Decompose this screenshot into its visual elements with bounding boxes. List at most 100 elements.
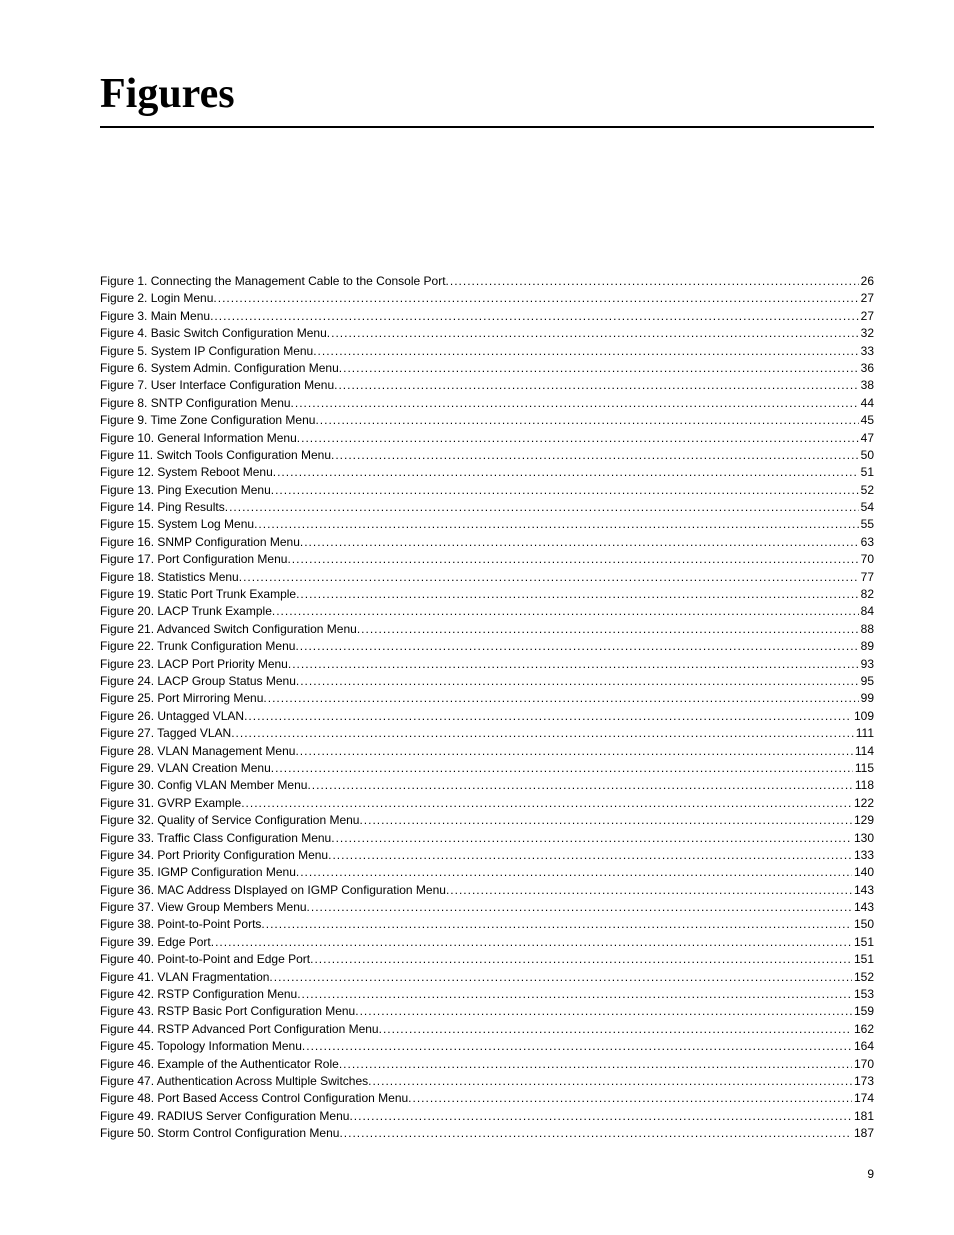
figure-entry: Figure 13. Ping Execution Menu 52	[100, 482, 874, 499]
leader-dots	[355, 1003, 852, 1020]
figure-page: 32	[859, 325, 874, 342]
figure-label: Figure 49. RADIUS Server Configuration M…	[100, 1108, 349, 1125]
figure-label: Figure 14. Ping Results	[100, 499, 225, 516]
figure-label: Figure 8. SNTP Configuration Menu	[100, 395, 291, 412]
leader-dots	[297, 430, 859, 447]
leader-dots	[313, 343, 858, 360]
figure-page: 122	[852, 795, 874, 812]
figure-label: Figure 50. Storm Control Configuration M…	[100, 1125, 339, 1142]
figure-entry: Figure 47. Authentication Across Multipl…	[100, 1073, 874, 1090]
figure-page: 187	[852, 1125, 874, 1142]
figure-entry: Figure 37. View Group Members Menu 143	[100, 899, 874, 916]
figure-entry: Figure 6. System Admin. Configuration Me…	[100, 360, 874, 377]
figure-entry: Figure 24. LACP Group Status Menu 95	[100, 673, 874, 690]
figure-entry: Figure 45. Topology Information Menu 164	[100, 1038, 874, 1055]
figure-label: Figure 46. Example of the Authenticator …	[100, 1056, 339, 1073]
figure-page: 130	[852, 830, 874, 847]
figure-page: 27	[859, 290, 874, 307]
figure-entry: Figure 8. SNTP Configuration Menu 44	[100, 395, 874, 412]
figure-page: 51	[859, 464, 874, 481]
figure-label: Figure 31. GVRP Example	[100, 795, 241, 812]
figure-label: Figure 5. System IP Configuration Menu	[100, 343, 313, 360]
figure-label: Figure 7. User Interface Configuration M…	[100, 377, 334, 394]
figure-entry: Figure 38. Point-to-Point Ports 150	[100, 916, 874, 933]
figure-page: 36	[859, 360, 874, 377]
figure-label: Figure 18. Statistics Menu	[100, 569, 239, 586]
leader-dots	[302, 1038, 852, 1055]
figure-entry: Figure 39. Edge Port 151	[100, 934, 874, 951]
figure-page: 84	[859, 603, 874, 620]
figure-page: 118	[853, 777, 874, 794]
figure-label: Figure 48. Port Based Access Control Con…	[100, 1090, 408, 1107]
figure-label: Figure 47. Authentication Across Multipl…	[100, 1073, 368, 1090]
figure-label: Figure 9. Time Zone Configuration Menu	[100, 412, 315, 429]
figure-label: Figure 17. Port Configuration Menu	[100, 551, 287, 568]
leader-dots	[231, 725, 854, 742]
figure-entry: Figure 9. Time Zone Configuration Menu 4…	[100, 412, 874, 429]
figure-entry: Figure 16. SNMP Configuration Menu 63	[100, 534, 874, 551]
figure-label: Figure 20. LACP Trunk Example	[100, 603, 272, 620]
figure-page: 150	[852, 916, 874, 933]
figure-page: 151	[852, 951, 874, 968]
leader-dots	[310, 951, 852, 968]
figure-label: Figure 40. Point-to-Point and Edge Port	[100, 951, 310, 968]
figure-page: 55	[859, 516, 874, 533]
figure-entry: Figure 14. Ping Results 54	[100, 499, 874, 516]
figure-page: 173	[852, 1073, 874, 1090]
figure-label: Figure 32. Quality of Service Configurat…	[100, 812, 359, 829]
figure-label: Figure 36. MAC Address DIsplayed on IGMP…	[100, 882, 446, 899]
leader-dots	[271, 760, 853, 777]
figure-label: Figure 45. Topology Information Menu	[100, 1038, 302, 1055]
figure-entry: Figure 48. Port Based Access Control Con…	[100, 1090, 874, 1107]
figure-entry: Figure 5. System IP Configuration Menu 3…	[100, 343, 874, 360]
figures-list: Figure 1. Connecting the Management Cabl…	[100, 273, 874, 1143]
figure-page: 162	[852, 1021, 874, 1038]
figure-page: 109	[852, 708, 874, 725]
figure-entry: Figure 42. RSTP Configuration Menu 153	[100, 986, 874, 1003]
figure-page: 159	[852, 1003, 874, 1020]
leader-dots	[300, 534, 859, 551]
figure-label: Figure 30. Config VLAN Member Menu	[100, 777, 307, 794]
figure-page: 47	[859, 430, 874, 447]
figure-page: 115	[853, 760, 874, 777]
leader-dots	[273, 464, 859, 481]
figure-entry: Figure 46. Example of the Authenticator …	[100, 1056, 874, 1073]
leader-dots	[272, 603, 859, 620]
leader-dots	[254, 516, 859, 533]
figure-label: Figure 12. System Reboot Menu	[100, 464, 273, 481]
leader-dots	[239, 569, 859, 586]
figure-page: 50	[859, 447, 874, 464]
figure-entry: Figure 43. RSTP Basic Port Configuration…	[100, 1003, 874, 1020]
figure-label: Figure 10. General Information Menu	[100, 430, 297, 447]
figure-label: Figure 13. Ping Execution Menu	[100, 482, 271, 499]
leader-dots	[349, 1108, 852, 1125]
figure-page: 26	[859, 273, 874, 290]
figure-page: 140	[852, 864, 874, 881]
figure-page: 174	[852, 1090, 874, 1107]
figure-page: 151	[852, 934, 874, 951]
figure-entry: Figure 32. Quality of Service Configurat…	[100, 812, 874, 829]
figure-entry: Figure 31. GVRP Example 122	[100, 795, 874, 812]
page-number: 9	[100, 1167, 874, 1181]
figure-entry: Figure 18. Statistics Menu 77	[100, 569, 874, 586]
figure-label: Figure 41. VLAN Fragmentation	[100, 969, 269, 986]
figure-label: Figure 1. Connecting the Management Cabl…	[100, 273, 446, 290]
figure-label: Figure 22. Trunk Configuration Menu	[100, 638, 295, 655]
leader-dots	[244, 708, 852, 725]
leader-dots	[225, 499, 859, 516]
figure-page: 38	[859, 377, 874, 394]
figure-page: 143	[852, 882, 874, 899]
figure-label: Figure 4. Basic Switch Configuration Men…	[100, 325, 327, 342]
figure-label: Figure 43. RSTP Basic Port Configuration…	[100, 1003, 355, 1020]
figure-label: Figure 44. RSTP Advanced Port Configurat…	[100, 1021, 379, 1038]
leader-dots	[213, 290, 858, 307]
figure-page: 164	[852, 1038, 874, 1055]
figure-entry: Figure 20. LACP Trunk Example 84	[100, 603, 874, 620]
leader-dots	[328, 847, 852, 864]
figure-label: Figure 39. Edge Port	[100, 934, 211, 951]
figure-page: 133	[852, 847, 874, 864]
figure-page: 70	[859, 551, 874, 568]
figure-label: Figure 27. Tagged VLAN	[100, 725, 231, 742]
figure-label: Figure 2. Login Menu	[100, 290, 213, 307]
figure-page: 82	[859, 586, 874, 603]
